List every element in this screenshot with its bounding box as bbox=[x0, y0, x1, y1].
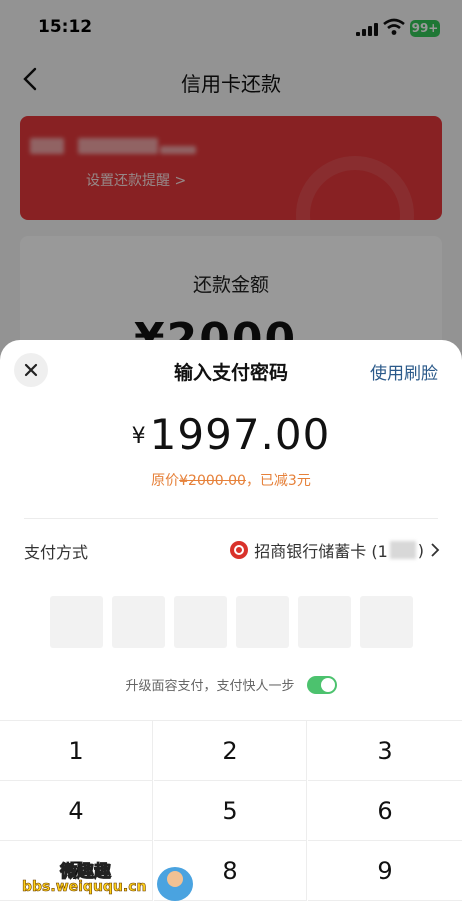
key-1[interactable]: 1 bbox=[0, 721, 153, 781]
original-price: ¥2000.00 bbox=[179, 473, 246, 489]
payment-password-sheet: 输入支付密码 使用刷脸 ¥1997.00 原价¥2000.00，已减3元 支付方… bbox=[0, 340, 462, 920]
key-6[interactable]: 6 bbox=[308, 781, 462, 841]
pin-digit-box[interactable] bbox=[298, 596, 351, 648]
currency-symbol: ¥ bbox=[131, 424, 146, 449]
masked-card-number bbox=[389, 541, 416, 559]
watermark-url: bbs.weiququ.cn bbox=[22, 879, 147, 896]
key-2[interactable]: 2 bbox=[154, 721, 307, 781]
pay-method-selector[interactable]: 招商银行储蓄卡 (1) bbox=[230, 538, 440, 562]
discount-prefix: 原价 bbox=[151, 473, 180, 489]
chevron-right-icon bbox=[431, 543, 440, 557]
pin-digit-box[interactable] bbox=[50, 596, 103, 648]
discount-suffix: ，已减3元 bbox=[245, 473, 311, 489]
key-3[interactable]: 3 bbox=[308, 721, 462, 781]
bank-card-name-end: ) bbox=[417, 540, 424, 560]
face-pay-toggle[interactable] bbox=[306, 675, 337, 694]
site-watermark: 微趣趣 bbs.weiququ.cn bbox=[22, 857, 202, 917]
pin-digit-box[interactable] bbox=[112, 596, 165, 648]
face-pay-hint-text: 升级面容支付，支付快人一步 bbox=[125, 679, 295, 694]
pin-digit-box[interactable] bbox=[236, 596, 289, 648]
mascot-icon bbox=[157, 867, 193, 901]
password-input[interactable] bbox=[50, 596, 413, 648]
cmb-bank-logo-icon bbox=[230, 541, 249, 559]
face-pay-button[interactable]: 使用刷脸 bbox=[370, 359, 438, 384]
key-4[interactable]: 4 bbox=[0, 781, 153, 841]
payment-amount: ¥1997.00 bbox=[0, 410, 462, 459]
key-9[interactable]: 9 bbox=[308, 841, 462, 901]
pin-digit-box[interactable] bbox=[360, 596, 413, 648]
pin-digit-box[interactable] bbox=[174, 596, 227, 648]
divider bbox=[24, 518, 438, 519]
pay-method-label: 支付方式 bbox=[24, 543, 89, 562]
key-5[interactable]: 5 bbox=[154, 781, 307, 841]
bank-card-name: 招商银行储蓄卡 (1 bbox=[254, 542, 388, 561]
amount-value: 1997.00 bbox=[149, 410, 331, 459]
face-pay-upgrade: 升级面容支付，支付快人一步 bbox=[0, 675, 462, 694]
discount-info: 原价¥2000.00，已减3元 bbox=[0, 470, 462, 490]
